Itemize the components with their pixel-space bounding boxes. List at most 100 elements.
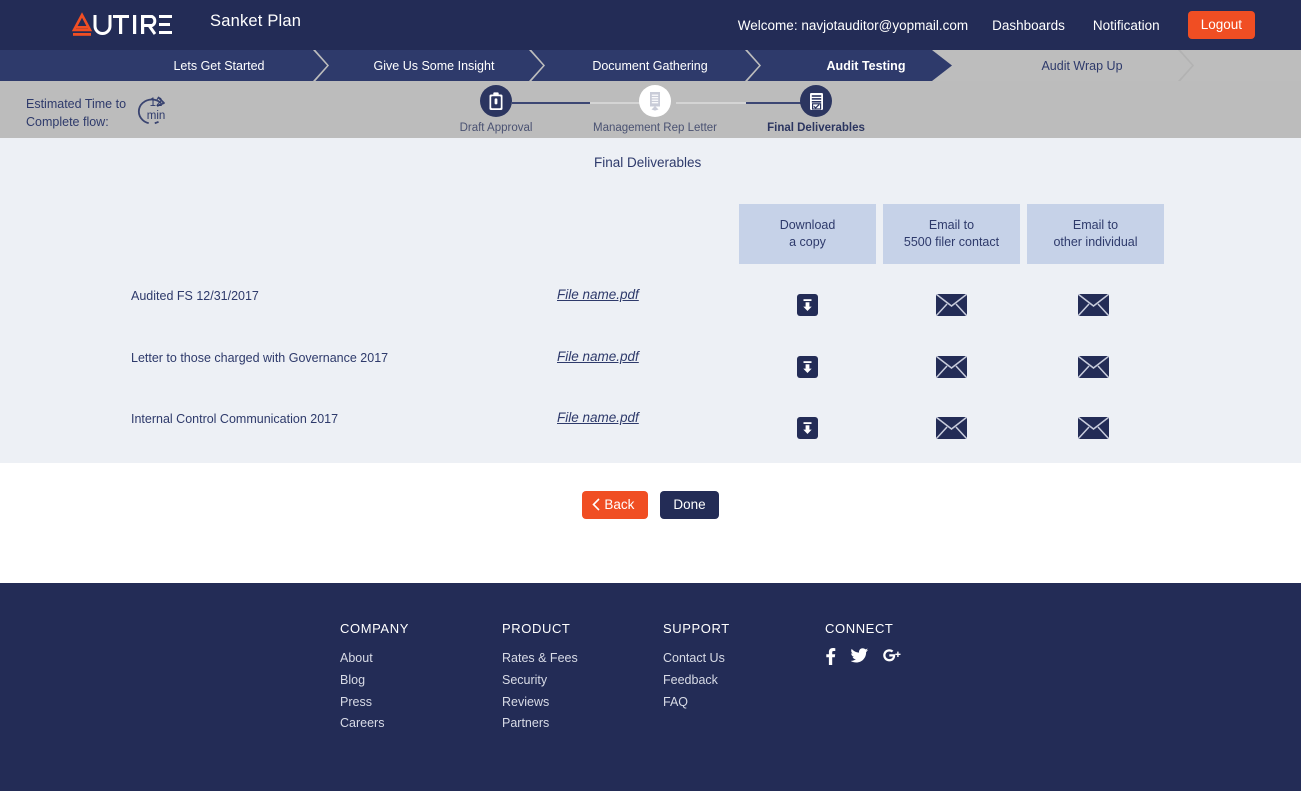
envelope-icon [1078, 294, 1109, 316]
chevron-separator-icon-2 [529, 50, 545, 81]
flow-node-management-rep-letter[interactable]: Management Rep Letter [575, 85, 735, 134]
download-icon [797, 356, 818, 378]
column-header-email-other-individual[interactable]: Email to other individual [1027, 204, 1164, 264]
back-button[interactable]: Back [582, 491, 649, 519]
email-other-individual-button[interactable] [1025, 345, 1162, 389]
estimated-time-label: Estimated Time to Complete flow: [26, 95, 126, 131]
chevron-separator-icon-5 [1178, 50, 1194, 81]
footer-link-press[interactable]: Press [340, 692, 409, 714]
breadcrumb-step-label: Document Gathering [592, 58, 708, 73]
form-actions: Back Done [0, 491, 1301, 519]
email-5500-filer-button[interactable] [883, 283, 1020, 327]
page-title: Final Deliverables [594, 155, 702, 170]
table-row: Audited FS 12/31/2017 File name.pdf [0, 283, 1301, 344]
deliverable-file-link[interactable]: File name.pdf [557, 410, 639, 425]
column-header-email-5500-filer[interactable]: Email to 5500 filer contact [883, 204, 1020, 264]
footer-column-support: SUPPORT Contact Us Feedback FAQ [663, 621, 730, 713]
breadcrumb-step-give-us-some-insight[interactable]: Give Us Some Insight [340, 50, 528, 81]
dashboards-link[interactable]: Dashboards [992, 18, 1065, 33]
footer-column-connect: CONNECT [825, 621, 901, 665]
breadcrumb-step-document-gathering[interactable]: Document Gathering [556, 50, 744, 81]
envelope-icon [936, 417, 967, 439]
clipboard-icon [480, 85, 512, 117]
column-header-download-a-copy[interactable]: Download a copy [739, 204, 876, 264]
footer-column-company: COMPANY About Blog Press Careers [340, 621, 409, 735]
estimated-time-line1: Estimated Time to [26, 97, 127, 111]
column-header-line2: other individual [1053, 235, 1138, 249]
google-plus-icon[interactable] [883, 648, 901, 663]
deliverable-file-link[interactable]: File name.pdf [557, 287, 639, 302]
twitter-icon[interactable] [851, 648, 868, 663]
table-row: Letter to those charged with Governance … [0, 345, 1301, 406]
column-header-line1: Email to [1072, 218, 1119, 232]
chevron-active-end-icon [932, 50, 954, 81]
flow-node-draft-approval[interactable]: Draft Approval [436, 85, 556, 134]
deliverable-name: Audited FS 12/31/2017 [131, 289, 259, 303]
breadcrumb-step-lets-get-started[interactable]: Lets Get Started [125, 50, 313, 81]
autire-logo[interactable] [68, 11, 172, 39]
flow-node-final-deliverables[interactable]: Final Deliverables [755, 85, 877, 134]
flow-node-label: Management Rep Letter [592, 122, 718, 134]
done-button[interactable]: Done [660, 491, 719, 519]
deliverable-name: Letter to those charged with Governance … [131, 351, 389, 365]
envelope-icon [936, 356, 967, 378]
footer-link-feedback[interactable]: Feedback [663, 670, 730, 692]
breadcrumb-step-label: Audit Testing [826, 58, 906, 73]
footer-column-title: SUPPORT [663, 621, 730, 636]
footer-column-title: CONNECT [825, 621, 894, 636]
footer-column-title: COMPANY [340, 621, 409, 636]
footer-link-contact-us[interactable]: Contact Us [663, 648, 730, 670]
envelope-icon [1078, 356, 1109, 378]
flow-node-label: Final Deliverables [767, 122, 865, 134]
breadcrumb-step-label: Lets Get Started [173, 58, 265, 73]
welcome-text: Welcome: navjotauditor@yopmail.com [737, 17, 969, 33]
footer-link-rates-fees[interactable]: Rates & Fees [502, 648, 578, 670]
email-other-individual-button[interactable] [1025, 406, 1162, 450]
download-copy-button[interactable] [739, 283, 876, 327]
email-other-individual-button[interactable] [1025, 283, 1162, 327]
email-5500-filer-button[interactable] [883, 345, 1020, 389]
breadcrumb-step-audit-wrap-up[interactable]: Audit Wrap Up [988, 50, 1176, 81]
breadcrumb-step-label: Audit Wrap Up [1041, 58, 1123, 73]
footer-link-faq[interactable]: FAQ [663, 692, 730, 714]
email-5500-filer-button[interactable] [883, 406, 1020, 450]
deliverable-file-link[interactable]: File name.pdf [557, 349, 639, 364]
footer-column-product: PRODUCT Rates & Fees Security Reviews Pa… [502, 621, 578, 735]
plan-name: Sanket Plan [210, 12, 302, 30]
app-page: Sanket Plan Welcome: navjotauditor@yopma… [0, 0, 1301, 791]
header-actions: Welcome: navjotauditor@yopmail.com Dashb… [738, 0, 1301, 50]
estimated-time-line2: Complete flow: [26, 115, 109, 129]
footer-link-reviews[interactable]: Reviews [502, 692, 578, 714]
site-footer: COMPANY About Blog Press Careers PRODUCT… [0, 583, 1301, 791]
facebook-icon[interactable] [825, 648, 836, 665]
download-copy-button[interactable] [739, 345, 876, 389]
logout-button[interactable]: Logout [1187, 11, 1255, 39]
document-icon [639, 85, 671, 117]
download-copy-button[interactable] [739, 406, 876, 450]
footer-link-security[interactable]: Security [502, 670, 578, 692]
main-content-card: Final Deliverables Download a copy Email… [0, 138, 1301, 463]
footer-link-about[interactable]: About [340, 648, 409, 670]
footer-link-partners[interactable]: Partners [502, 713, 578, 735]
notification-link[interactable]: Notification [1093, 18, 1160, 33]
footer-link-careers[interactable]: Careers [340, 713, 409, 735]
column-header-line2: 5500 filer contact [903, 235, 1000, 249]
logo-icon [71, 12, 172, 36]
footer-link-blog[interactable]: Blog [340, 670, 409, 692]
envelope-icon [936, 294, 967, 316]
back-button-label: Back [604, 497, 635, 512]
chevron-separator-icon-1 [313, 50, 329, 81]
checklist-icon [800, 85, 832, 117]
social-links [825, 648, 901, 665]
table-row: Internal Control Communication 2017 File… [0, 406, 1301, 467]
workflow-breadcrumb: Lets Get Started Give Us Some Insight Do… [0, 50, 1301, 81]
estimated-time-unit: min [146, 110, 166, 122]
table-header-row: Download a copy Email to 5500 filer cont… [739, 204, 1164, 264]
chevron-separator-icon-3 [745, 50, 761, 81]
breadcrumb-step-label: Give Us Some Insight [373, 58, 495, 73]
download-icon [797, 294, 818, 316]
download-icon [797, 417, 818, 439]
estimated-time-value: 12 min [139, 97, 173, 123]
flow-node-label: Draft Approval [459, 122, 533, 134]
footer-column-title: PRODUCT [502, 621, 571, 636]
